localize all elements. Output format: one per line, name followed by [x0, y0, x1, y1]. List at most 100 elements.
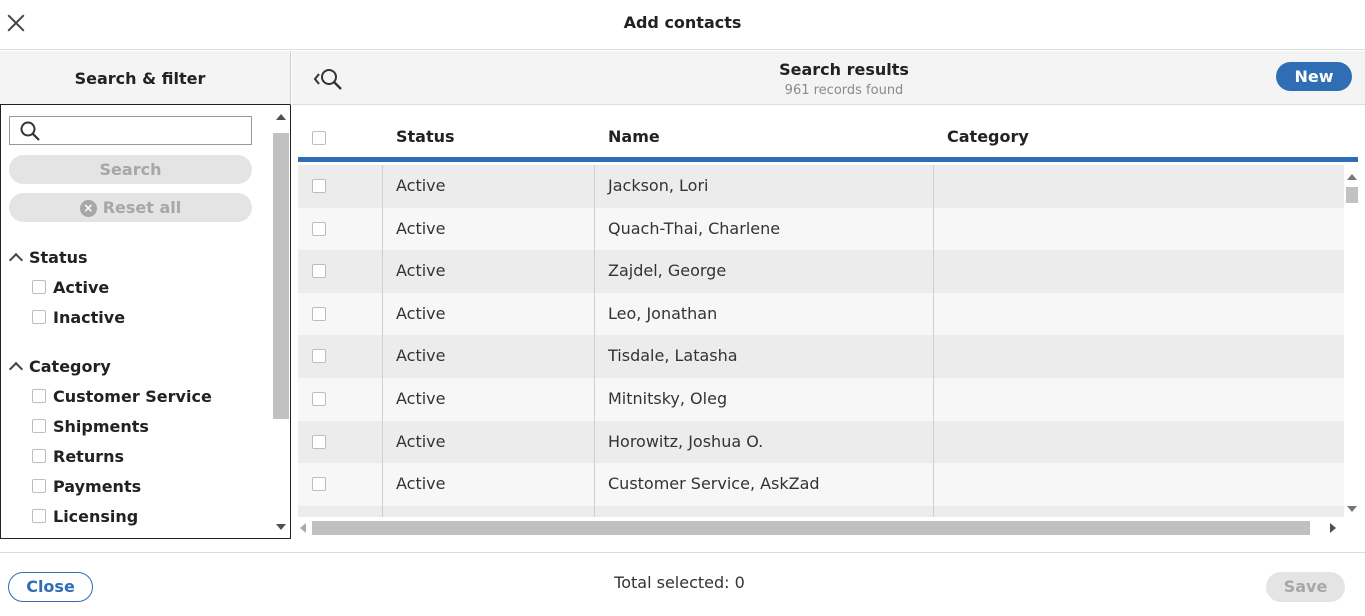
filter-panel: Search × Reset all Status Active Inactive…: [0, 105, 291, 539]
checkbox[interactable]: [312, 179, 326, 193]
cell-category: [933, 292, 1344, 336]
new-button[interactable]: New: [1276, 62, 1352, 91]
scroll-up-icon[interactable]: [276, 114, 286, 120]
cell-status: Active: [382, 463, 594, 506]
filter-category-returns[interactable]: Returns: [32, 447, 124, 466]
checkbox[interactable]: [312, 131, 326, 145]
filter-label: Inactive: [53, 308, 126, 327]
reset-all-label: Reset all: [102, 198, 182, 217]
section-category-toggle[interactable]: Category: [8, 357, 111, 377]
filter-label: Customer Service: [53, 387, 212, 406]
checkbox[interactable]: [312, 434, 326, 449]
filter-category-licensing[interactable]: Licensing: [32, 507, 138, 526]
table-header: Status Name Category: [298, 106, 1358, 162]
checkbox[interactable]: [312, 349, 326, 364]
row-checkbox[interactable]: [312, 378, 326, 421]
checkbox[interactable]: [32, 310, 46, 324]
filter-category-payments[interactable]: Payments: [32, 477, 141, 496]
scroll-down-icon[interactable]: [276, 524, 286, 530]
search-icon: [20, 121, 40, 141]
cell-status: Active: [382, 420, 594, 464]
scroll-up-icon[interactable]: [1347, 174, 1357, 180]
search-results-header: Search results 961 records found New: [292, 51, 1365, 105]
scrollbar-thumb[interactable]: [273, 133, 289, 419]
checkbox[interactable]: [312, 391, 326, 406]
cell-status: Active: [382, 335, 594, 378]
filter-label: Active: [53, 278, 110, 297]
records-count: 961 records found: [784, 83, 904, 98]
table-row[interactable]: Active Mitnitsky, Oleg: [298, 377, 1344, 421]
search-input[interactable]: [44, 120, 244, 142]
column-header-category[interactable]: Category: [947, 127, 1029, 146]
row-checkbox[interactable]: [312, 293, 326, 336]
table-row[interactable]: Active Quach-Thai, Charlene: [298, 207, 1344, 251]
cell-name: Customer Service, AskZad: [594, 463, 933, 506]
cell-name: Zajdel, George: [594, 250, 933, 293]
checkbox[interactable]: [32, 419, 46, 433]
results-horizontal-scrollbar[interactable]: [298, 519, 1344, 537]
checkbox[interactable]: [32, 479, 46, 493]
cell-name: Leo, Jonathan: [594, 292, 933, 336]
filter-status-active[interactable]: Active: [32, 278, 109, 297]
table-row[interactable]: Active Customer Service, AskZad: [298, 463, 1344, 506]
clear-circle-icon: ×: [79, 200, 97, 217]
table-row[interactable]: Active Leo, Jonathan: [298, 292, 1344, 336]
cell-category: [933, 335, 1344, 378]
row-checkbox[interactable]: [312, 208, 326, 251]
checkbox[interactable]: [312, 477, 326, 492]
reset-all-button[interactable]: × Reset all: [9, 193, 252, 222]
scrollbar-thumb[interactable]: [1346, 187, 1358, 203]
cell-category: [933, 505, 1344, 517]
search-input-box[interactable]: [9, 116, 252, 145]
dialog-title: Add contacts: [623, 13, 742, 32]
results-vertical-scrollbar[interactable]: [1344, 170, 1358, 517]
section-category-label: Category: [29, 357, 111, 376]
scroll-left-icon[interactable]: [300, 523, 306, 533]
checkbox[interactable]: [312, 221, 326, 236]
filter-category-customer-service[interactable]: Customer Service: [32, 387, 212, 406]
row-checkbox[interactable]: [312, 421, 326, 464]
search-filter-header: Search & filter: [0, 51, 291, 105]
table-row[interactable]: Active Jackson, Lori: [298, 165, 1344, 208]
checkbox[interactable]: [312, 306, 326, 321]
filter-category-shipments[interactable]: Shipments: [32, 417, 149, 436]
filter-label: Shipments: [53, 417, 149, 436]
row-checkbox[interactable]: [312, 463, 326, 506]
checkbox[interactable]: [32, 449, 46, 463]
cell-category: [933, 463, 1344, 506]
row-checkbox[interactable]: [312, 335, 326, 378]
table-row[interactable]: Active Zajdel, George: [298, 250, 1344, 293]
column-header-status[interactable]: Status: [396, 127, 455, 146]
scroll-down-icon[interactable]: [1347, 506, 1357, 512]
select-all-checkbox[interactable]: [312, 129, 333, 148]
chevron-up-icon: [8, 361, 24, 377]
cell-name: Quach-Thai, Charlene: [594, 207, 933, 251]
checkbox[interactable]: [32, 509, 46, 523]
section-status-label: Status: [29, 248, 88, 267]
cell-category: [933, 250, 1344, 293]
table-row[interactable]: Active Tisdale, Latasha: [298, 335, 1344, 378]
scroll-right-icon[interactable]: [1330, 523, 1336, 533]
add-contacts-dialog: Add contacts Search & filter Search × Res…: [0, 0, 1365, 616]
row-checkbox[interactable]: [312, 250, 326, 293]
search-filter-title: Search & filter: [74, 69, 206, 88]
scrollbar-thumb[interactable]: [312, 521, 1310, 535]
row-checkbox[interactable]: [312, 165, 326, 208]
column-header-name[interactable]: Name: [608, 127, 660, 146]
table-row[interactable]: Active Horowitz, Joshua O.: [298, 420, 1344, 464]
save-button[interactable]: Save: [1266, 572, 1345, 602]
cell-status: Active: [382, 292, 594, 336]
cell-status: Active: [382, 250, 594, 293]
cell-name: [594, 505, 933, 517]
checkbox[interactable]: [32, 389, 46, 403]
section-status-toggle[interactable]: Status: [8, 248, 88, 268]
table-row-partial[interactable]: [298, 505, 1344, 517]
filter-status-inactive[interactable]: Inactive: [32, 308, 125, 327]
filter-scrollbar[interactable]: [271, 105, 290, 538]
search-button[interactable]: Search: [9, 155, 252, 184]
table-body: Active Jackson, Lori Active Quach-Thai, …: [298, 165, 1344, 517]
filter-label: Returns: [53, 447, 125, 466]
checkbox[interactable]: [32, 280, 46, 294]
checkbox[interactable]: [312, 264, 326, 279]
results-title: Search results: [779, 60, 909, 79]
